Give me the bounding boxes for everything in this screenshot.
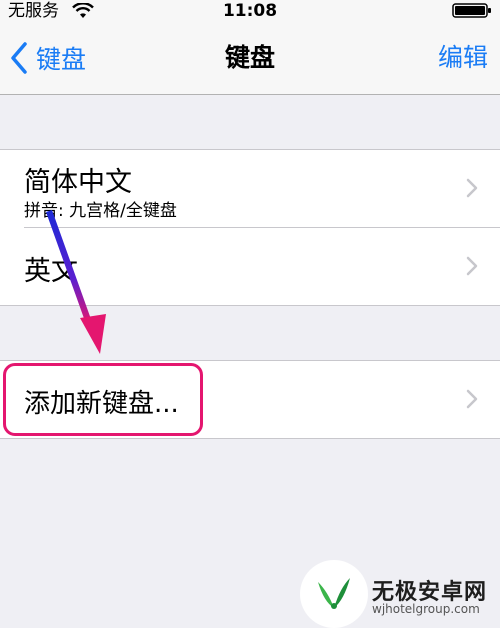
add-keyboard-label: 添加新键盘... xyxy=(24,389,179,419)
add-keyboard-group: 添加新键盘... xyxy=(0,360,500,439)
keyboard-item-simplified-chinese[interactable]: 简体中文 拼音: 九宫格/全键盘 xyxy=(0,150,500,228)
navigation-bar: 键盘 键盘 编辑 xyxy=(0,22,500,95)
keyboards-list: 简体中文 拼音: 九宫格/全键盘 英文 xyxy=(0,149,500,306)
keyboard-subtitle: 拼音: 九宫格/全键盘 xyxy=(24,201,177,221)
edit-button[interactable]: 编辑 xyxy=(438,40,488,76)
keyboard-title: 英文 xyxy=(24,256,78,287)
watermark: 无极安卓网 wjhotelgroup.com xyxy=(300,560,500,628)
keyboard-item-english[interactable]: 英文 xyxy=(0,228,500,305)
status-time: 11:08 xyxy=(222,1,278,21)
watermark-url: wjhotelgroup.com xyxy=(372,602,480,616)
leaf-logo-icon xyxy=(318,578,350,609)
page-title: 键盘 xyxy=(224,43,275,72)
status-bar: 无服务 11:08 xyxy=(0,0,500,22)
chevron-right-icon xyxy=(466,178,478,198)
chevron-right-icon xyxy=(466,389,478,409)
keyboard-title: 简体中文 xyxy=(24,167,132,198)
battery-icon xyxy=(452,3,491,18)
add-keyboard-button[interactable]: 添加新键盘... xyxy=(0,361,500,438)
chevron-right-icon xyxy=(466,256,478,276)
